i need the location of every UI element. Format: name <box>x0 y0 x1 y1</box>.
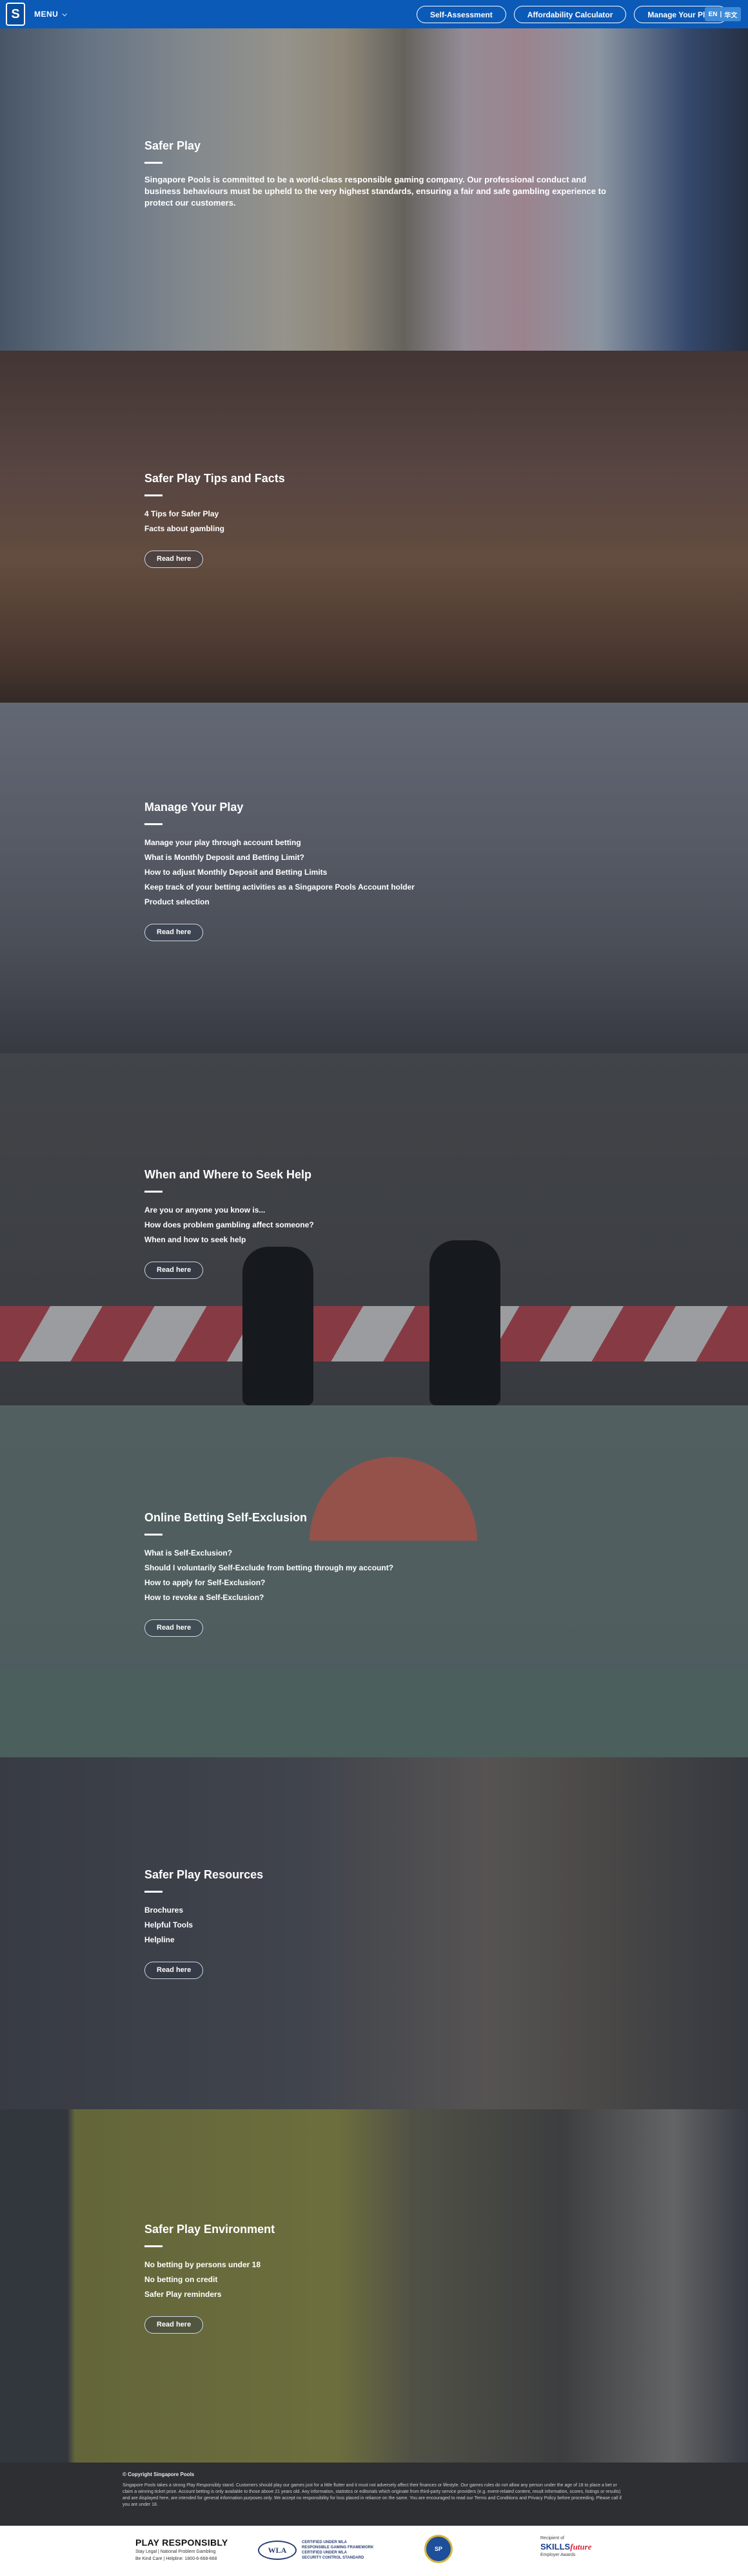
skills-wordmark-b: future <box>570 2542 592 2552</box>
logo-letter: S <box>11 6 20 21</box>
link-are-you-or-anyone[interactable]: Are you or anyone you know is... <box>144 1203 609 1218</box>
manage-read-here-button[interactable]: Read here <box>144 924 204 941</box>
section-resources: Safer Play Resources Brochures Helpful T… <box>0 1757 748 2109</box>
self-exclusion-read-here-button[interactable]: Read here <box>144 1619 204 1637</box>
title-underline <box>144 1534 162 1536</box>
manage-title: Manage Your Play <box>144 801 244 814</box>
link-adjust-limits[interactable]: How to adjust Monthly Deposit and Bettin… <box>144 865 609 880</box>
footer-disclaimer-area: © Copyright Singapore Pools Singapore Po… <box>0 2463 748 2526</box>
link-no-betting-on-credit[interactable]: No betting on credit <box>144 2272 609 2287</box>
link-apply-self-exclusion[interactable]: How to apply for Self-Exclusion? <box>144 1576 609 1590</box>
link-revoke-self-exclusion[interactable]: How to revoke a Self-Exclusion? <box>144 1590 609 1605</box>
tips-title: Safer Play Tips and Facts <box>144 472 285 485</box>
link-voluntarily-self-exclude[interactable]: Should I voluntarily Self-Exclude from b… <box>144 1561 609 1576</box>
section-manage-your-play: Manage Your Play Manage your play throug… <box>0 703 748 1053</box>
link-track-activities[interactable]: Keep track of your betting activities as… <box>144 880 609 895</box>
link-monthly-limit[interactable]: What is Monthly Deposit and Betting Limi… <box>144 850 609 865</box>
play-responsibly-line-1: Stay Legal | National Problem Gambling <box>135 2550 216 2554</box>
skillsfuture-award-logo: Recipient of SKILLSfuture Employer Award… <box>540 2536 591 2557</box>
wla-certification-logo: WLA CERTIFIED UNDER WLA RESPONSIBLE GAMI… <box>258 2540 373 2561</box>
link-safer-play-reminders[interactable]: Safer Play reminders <box>144 2287 609 2302</box>
wla-line-4: SECURITY CONTROL STANDARD <box>302 2556 364 2560</box>
resources-content: Safer Play Resources Brochures Helpful T… <box>144 1868 609 1979</box>
self-exclusion-title: Online Betting Self-Exclusion <box>144 1511 308 1524</box>
self-exclusion-link-list: What is Self-Exclusion? Should I volunta… <box>144 1546 609 1605</box>
tips-link-list: 4 Tips for Safer Play Facts about gambli… <box>144 507 609 536</box>
top-navigation-bar: S MENU ⌵ Self-Assessment Affordability C… <box>0 0 748 28</box>
language-switcher[interactable]: EN | 华文 <box>705 7 741 21</box>
chevron-down-icon: ⌵ <box>62 10 68 18</box>
title-underline <box>144 494 162 496</box>
safer-play-description: Singapore Pools is committed to be a wor… <box>144 175 606 208</box>
link-helpline[interactable]: Helpline <box>144 1933 609 1947</box>
self-exclusion-content: Online Betting Self-Exclusion What is Se… <box>144 1511 609 1637</box>
wla-line-2: RESPONSIBLE GAMING FRAMEWORK <box>302 2546 374 2550</box>
section-tips-and-facts: Safer Play Tips and Facts 4 Tips for Saf… <box>0 351 748 703</box>
seek-help-content: When and Where to Seek Help Are you or a… <box>144 1168 609 1279</box>
disclaimer-text: Singapore Pools takes a strong Play Resp… <box>123 2483 622 2507</box>
self-assessment-button[interactable]: Self-Assessment <box>417 6 506 23</box>
environment-title: Safer Play Environment <box>144 2223 275 2236</box>
seek-help-link-list: Are you or anyone you know is... How doe… <box>144 1203 609 1247</box>
footer-logo-strip: PLAY RESPONSIBLY Stay Legal | National P… <box>0 2526 748 2576</box>
language-divider: | <box>720 10 722 18</box>
play-responsibly-badge[interactable]: PLAY RESPONSIBLY Stay Legal | National P… <box>135 2537 228 2562</box>
section-environment: Safer Play Environment No betting by per… <box>0 2109 748 2463</box>
section-self-exclusion: Online Betting Self-Exclusion What is Se… <box>0 1405 748 1757</box>
award-seal-icon: SP <box>424 2535 453 2563</box>
title-underline <box>144 2245 162 2247</box>
safer-play-title: Safer Play <box>144 139 201 152</box>
copyright-text: © Copyright Singapore Pools <box>123 2472 195 2477</box>
play-responsibly-title: PLAY RESPONSIBLY <box>135 2537 228 2548</box>
link-product-selection[interactable]: Product selection <box>144 895 609 910</box>
environment-content: Safer Play Environment No betting by per… <box>144 2223 609 2334</box>
affordability-calculator-button[interactable]: Affordability Calculator <box>513 6 627 23</box>
language-en[interactable]: EN <box>709 11 718 18</box>
resources-title: Safer Play Resources <box>144 1868 264 1881</box>
link-account-betting[interactable]: Manage your play through account betting <box>144 835 609 850</box>
link-what-is-self-exclusion[interactable]: What is Self-Exclusion? <box>144 1546 609 1561</box>
singapore-pools-logo[interactable]: S <box>6 3 25 26</box>
wla-mark-icon: WLA <box>258 2541 297 2560</box>
environment-link-list: No betting by persons under 18 No bettin… <box>144 2258 609 2302</box>
manage-content: Manage Your Play Manage your play throug… <box>144 801 609 941</box>
title-underline <box>144 1891 162 1893</box>
link-4-tips[interactable]: 4 Tips for Safer Play <box>144 507 609 522</box>
link-brochures[interactable]: Brochures <box>144 1903 609 1918</box>
skills-recipient-text: Recipient of <box>540 2536 564 2541</box>
skills-wordmark-a: SKILLS <box>540 2542 571 2552</box>
link-facts-about-gambling[interactable]: Facts about gambling <box>144 522 609 536</box>
play-responsibly-line-2: Be Kind Care | Helpline: 1800-6-668-668 <box>135 2557 217 2561</box>
wla-certification-text: CERTIFIED UNDER WLA RESPONSIBLE GAMING F… <box>302 2540 373 2561</box>
menu-toggle[interactable]: MENU ⌵ <box>34 10 67 19</box>
link-no-betting-under-18[interactable]: No betting by persons under 18 <box>144 2258 609 2272</box>
wla-line-1: CERTIFIED UNDER WLA <box>302 2541 347 2544</box>
section-seek-help: When and Where to Seek Help Are you or a… <box>0 1053 748 1405</box>
link-when-how-seek-help[interactable]: When and how to seek help <box>144 1233 609 1247</box>
safer-play-content: Safer Play Singapore Pools is committed … <box>144 139 609 209</box>
tips-read-here-button[interactable]: Read here <box>144 551 204 568</box>
header-action-buttons: Self-Assessment Affordability Calculator… <box>417 6 727 23</box>
seek-help-title: When and Where to Seek Help <box>144 1168 312 1181</box>
seek-help-read-here-button[interactable]: Read here <box>144 1262 204 1279</box>
environment-read-here-button[interactable]: Read here <box>144 2316 204 2334</box>
menu-label: MENU <box>34 10 59 19</box>
link-helpful-tools[interactable]: Helpful Tools <box>144 1918 609 1933</box>
resources-read-here-button[interactable]: Read here <box>144 1962 204 1979</box>
tips-content: Safer Play Tips and Facts 4 Tips for Saf… <box>144 472 609 568</box>
title-underline <box>144 1191 162 1193</box>
resources-link-list: Brochures Helpful Tools Helpline <box>144 1903 609 1947</box>
title-underline <box>144 823 162 825</box>
manage-link-list: Manage your play through account betting… <box>144 835 609 910</box>
skills-employer-awards-text: Employer Awards <box>540 2553 576 2557</box>
wla-line-3: CERTIFIED UNDER WLA <box>302 2551 347 2555</box>
language-zh[interactable]: 华文 <box>724 10 737 19</box>
link-problem-gambling-affect[interactable]: How does problem gambling affect someone… <box>144 1218 609 1233</box>
title-underline <box>144 162 162 164</box>
skillsfuture-wordmark: SKILLSfuture <box>540 2542 591 2552</box>
section-safer-play: Safer Play Singapore Pools is committed … <box>0 28 748 351</box>
